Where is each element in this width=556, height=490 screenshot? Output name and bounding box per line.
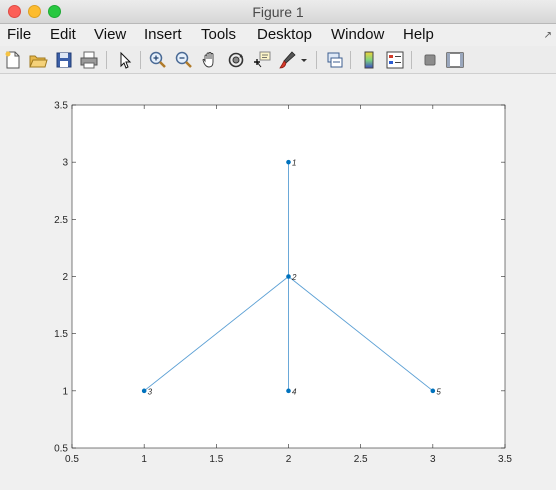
zoom-out-icon[interactable] [174,50,194,70]
menu-window[interactable]: Window [331,25,384,45]
menu-dock-arrow-icon[interactable]: ↗ [544,30,552,41]
toolbar-separator [316,51,317,69]
x-tick-label: 2 [286,454,292,465]
node-label-4: 4 [292,387,297,396]
menu-help[interactable]: Help [403,25,434,45]
toolbar-separator [140,51,141,69]
y-tick-label: 0.5 [54,444,68,455]
y-tick-label: 2 [62,272,68,283]
pan-icon[interactable] [200,50,220,70]
graph-node-3[interactable] [141,388,147,394]
figure-toolbar [0,46,556,74]
figure-window: Figure 1 File Edit View Insert Tools Des… [0,0,556,490]
graph-plot[interactable]: 0.5 1 1.5 2 2.5 3 3.5 0.5 1 1.5 2 2.5 3 3.5 1 2 3 4 5 [0,75,556,490]
y-tick-label: 1.5 [54,329,68,340]
toolbar-separator [106,51,107,69]
x-tick-label: 3.5 [498,454,512,465]
node-label-2: 2 [291,273,297,282]
menu-bar: File Edit View Insert Tools Desktop Wind… [0,24,556,46]
y-tick-label: 3.5 [54,101,68,112]
save-icon[interactable] [54,50,74,70]
link-plot-icon[interactable] [325,50,345,70]
node-label-1: 1 [292,159,296,168]
x-tick-label: 0.5 [65,454,79,465]
rotate-3d-icon[interactable] [226,50,246,70]
node-label-5: 5 [436,387,441,396]
menu-tools[interactable]: Tools [201,25,236,45]
brush-dropdown-icon[interactable] [298,50,310,70]
y-tick-label: 2.5 [54,215,68,226]
menu-file[interactable]: File [7,25,31,45]
menu-edit[interactable]: Edit [50,25,76,45]
node-label-3: 3 [148,387,153,396]
figure-canvas: 0.5 1 1.5 2 2.5 3 3.5 0.5 1 1.5 2 2.5 3 3.5 1 2 3 4 5 [0,75,556,490]
hide-plot-tools-icon[interactable] [420,50,440,70]
window-title: Figure 1 [252,4,304,20]
toolbar-separator [411,51,412,69]
x-tick-label: 1 [141,454,147,465]
graph-node-2[interactable] [286,274,291,279]
graph-node-1[interactable] [286,159,291,165]
x-tick-label: 1.5 [209,454,223,465]
show-plot-tools-icon[interactable] [445,50,465,70]
open-file-icon[interactable] [28,50,48,70]
menu-desktop[interactable]: Desktop [257,25,312,45]
menu-insert[interactable]: Insert [144,25,182,45]
y-tick-label: 3 [62,158,68,169]
zoom-in-icon[interactable] [148,50,168,70]
graph-node-5[interactable] [430,388,436,394]
graph-node-4[interactable] [286,388,291,394]
legend-icon[interactable] [385,50,405,70]
x-tick-label: 2.5 [354,454,368,465]
title-bar[interactable]: Figure 1 [0,0,556,24]
y-tick-label: 1 [62,386,68,397]
toolbar-separator [350,51,351,69]
pointer-icon[interactable] [115,50,135,70]
menu-view[interactable]: View [94,25,126,45]
colorbar-icon[interactable] [359,50,379,70]
data-cursor-icon[interactable] [252,50,272,70]
brush-icon[interactable] [277,50,297,70]
print-icon[interactable] [79,50,99,70]
new-figure-icon[interactable] [3,50,23,70]
x-tick-label: 3 [430,454,436,465]
